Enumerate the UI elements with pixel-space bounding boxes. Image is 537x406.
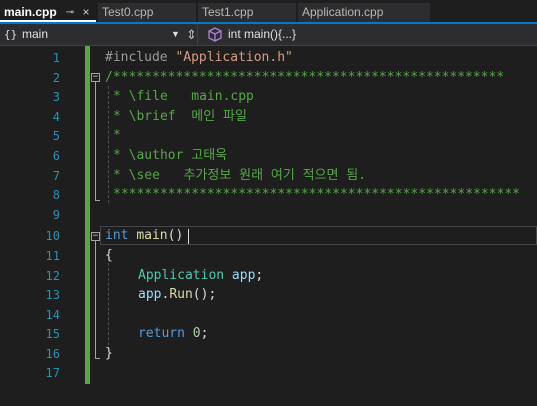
line-number: 8 bbox=[52, 188, 60, 202]
line-number-gutter: 1 2 3 4 5 6 7 8 9 10 11 12 13 14 15 16 1… bbox=[0, 46, 66, 406]
brace: { bbox=[105, 248, 113, 263]
navigation-bar: {} main ▼ ⇕ int main(){...} bbox=[0, 24, 537, 46]
line-number: 3 bbox=[52, 90, 60, 104]
semicolon: ; bbox=[255, 268, 264, 283]
braces-icon: {} bbox=[4, 28, 18, 41]
brace: } bbox=[105, 346, 113, 361]
keyword: return bbox=[138, 326, 185, 341]
comment: * \file main.cpp bbox=[113, 89, 254, 104]
function-name: Run bbox=[169, 287, 193, 302]
code-line-16: } bbox=[105, 344, 113, 364]
line-number: 16 bbox=[45, 347, 60, 361]
paren: ) bbox=[175, 228, 184, 243]
text-cursor bbox=[188, 229, 189, 244]
comment: /***************************************… bbox=[105, 70, 505, 85]
keyword: int bbox=[105, 228, 129, 243]
line-number: 14 bbox=[45, 308, 60, 322]
tab-label: Test1.cpp bbox=[202, 5, 254, 19]
chevron-down-icon[interactable]: ▼ bbox=[171, 24, 180, 45]
line-number: 10 bbox=[45, 229, 60, 243]
tab-test0-cpp[interactable]: Test0.cpp bbox=[98, 3, 196, 22]
line-number: 12 bbox=[45, 269, 60, 283]
line-number: 11 bbox=[45, 249, 60, 263]
collapse-icon[interactable]: − bbox=[91, 73, 100, 82]
line-number: 15 bbox=[45, 327, 60, 341]
type-name: Application bbox=[138, 268, 225, 283]
code-line-7: * \see 추가정보 원래 여기 적으면 됨. bbox=[113, 166, 366, 186]
code-line-8: ****************************************… bbox=[113, 185, 520, 205]
comment: ****************************************… bbox=[113, 187, 520, 202]
include-path: "Application.h" bbox=[175, 50, 293, 65]
comment: * \author 고태욱 bbox=[113, 148, 228, 163]
code-line-6: * \author 고태욱 bbox=[113, 146, 227, 166]
code-line-1: #include "Application.h" bbox=[105, 48, 293, 68]
line-number: 9 bbox=[52, 208, 60, 222]
document-tab-strip: main.cpp ⊸ × Test0.cpp Test1.cpp Applica… bbox=[0, 0, 537, 24]
code-editor[interactable]: 1 2 3 4 5 6 7 8 9 10 11 12 13 14 15 16 1… bbox=[0, 46, 537, 406]
project-dropdown[interactable]: {} main ▼ ⇕ bbox=[0, 24, 198, 45]
tab-label: main.cpp bbox=[4, 5, 57, 19]
code-line-15: return 0; bbox=[138, 324, 208, 344]
tab-test1-cpp[interactable]: Test1.cpp bbox=[198, 3, 296, 22]
member-name: int main(){...} bbox=[228, 27, 297, 41]
change-tracking-bar bbox=[85, 46, 90, 384]
call-parens: (); bbox=[192, 287, 217, 302]
code-line-11: { bbox=[105, 246, 113, 266]
line-number: 17 bbox=[45, 366, 60, 380]
code-line-10: int main() bbox=[105, 226, 183, 246]
line-number: 7 bbox=[52, 169, 60, 183]
line-number: 5 bbox=[52, 129, 60, 143]
comment: * bbox=[113, 128, 121, 143]
line-number: 1 bbox=[52, 51, 60, 65]
indent-guide bbox=[108, 263, 109, 350]
split-icon[interactable]: ⇕ bbox=[186, 24, 197, 45]
fold-region-line bbox=[95, 82, 96, 201]
function-name: main bbox=[136, 228, 168, 243]
variable: app bbox=[138, 287, 162, 302]
preprocessor-directive: #include bbox=[105, 50, 176, 65]
indent-guide bbox=[108, 86, 109, 203]
code-line-3: * \file main.cpp bbox=[113, 87, 254, 107]
semicolon: ; bbox=[200, 326, 209, 341]
close-icon[interactable]: × bbox=[80, 3, 92, 22]
code-line-2: /***************************************… bbox=[105, 68, 504, 88]
code-line-13: app.Run(); bbox=[138, 285, 216, 305]
cube-icon bbox=[208, 27, 222, 45]
line-number: 6 bbox=[52, 149, 60, 163]
code-line-4: * \brief 메인 파일 bbox=[113, 107, 247, 127]
code-line-5: * bbox=[113, 126, 121, 146]
collapse-icon[interactable]: − bbox=[91, 232, 100, 241]
member-dropdown[interactable]: int main(){...} bbox=[199, 24, 537, 45]
line-number: 4 bbox=[52, 110, 60, 124]
tab-label: Application.cpp bbox=[302, 5, 384, 19]
fold-region-line bbox=[95, 241, 96, 358]
tab-label: Test0.cpp bbox=[102, 5, 154, 19]
tab-main-cpp[interactable]: main.cpp ⊸ × bbox=[0, 3, 96, 22]
fold-region-end bbox=[95, 358, 100, 359]
comment: * \brief 메인 파일 bbox=[113, 109, 247, 124]
tab-application-cpp[interactable]: Application.cpp bbox=[298, 3, 430, 22]
variable: app bbox=[231, 268, 256, 283]
code-line-12: Application app; bbox=[138, 266, 263, 286]
line-number: 13 bbox=[45, 288, 60, 302]
fold-region-end bbox=[95, 200, 100, 201]
number: 0 bbox=[192, 326, 201, 341]
line-number: 2 bbox=[52, 71, 60, 85]
pin-icon[interactable]: ⊸ bbox=[64, 3, 76, 22]
comment: * \see 추가정보 원래 여기 적으면 됨. bbox=[113, 168, 367, 183]
project-name: main bbox=[22, 27, 49, 41]
